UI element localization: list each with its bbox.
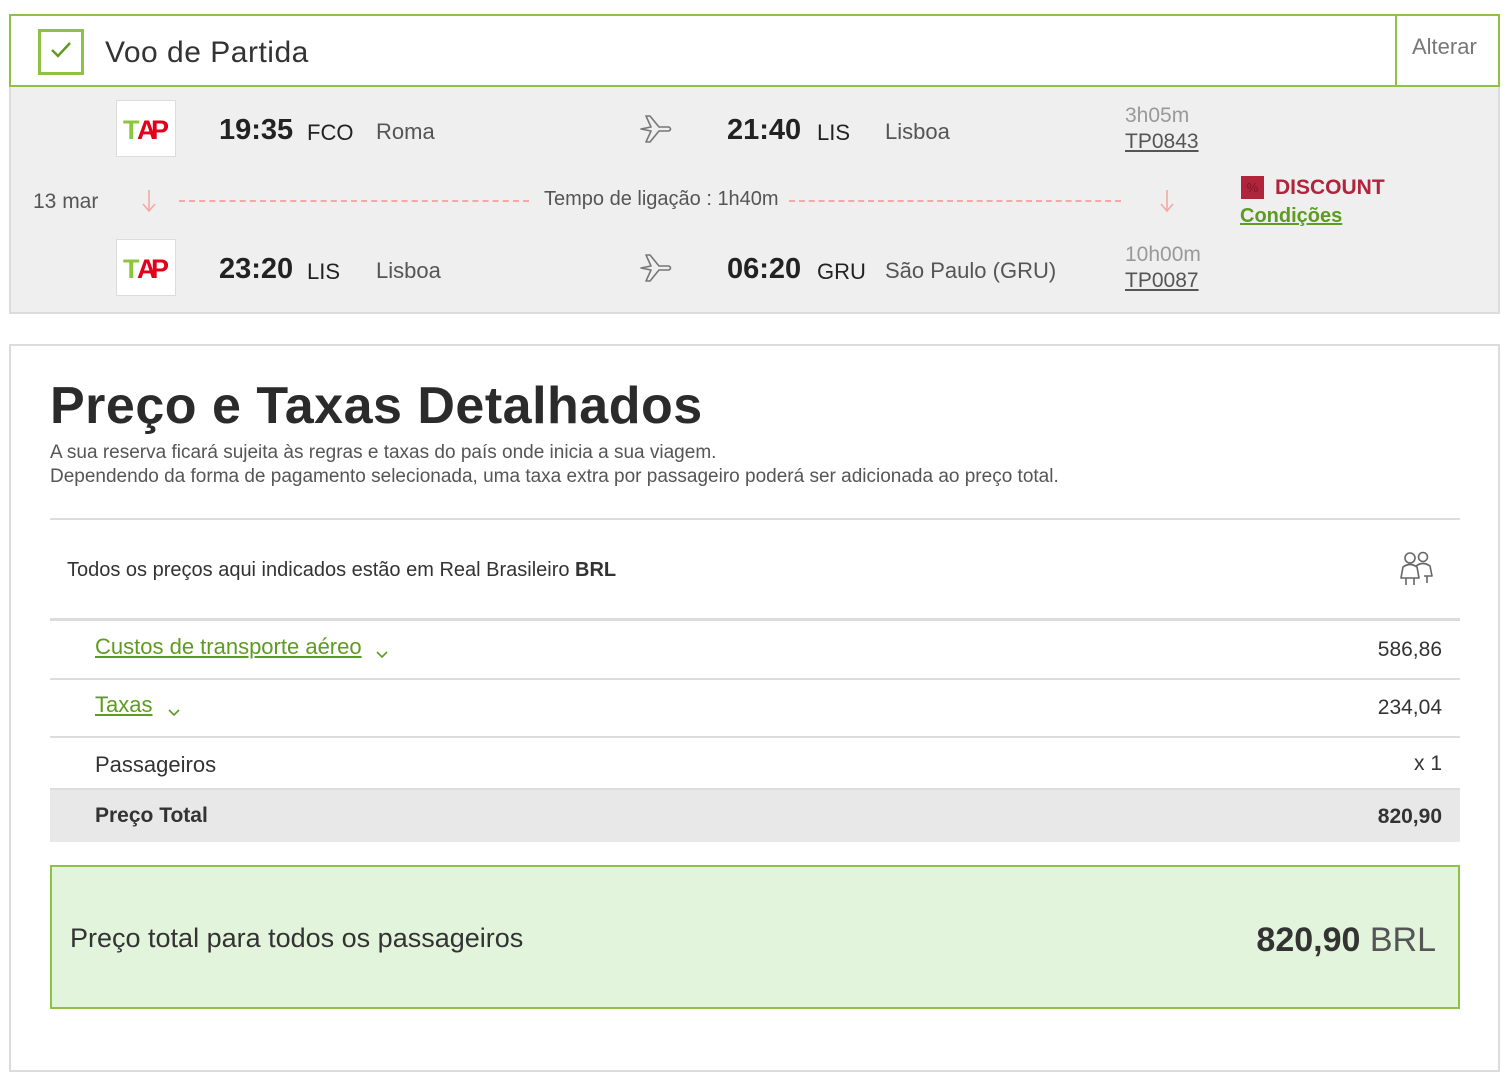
arrow-down-icon (1159, 188, 1175, 219)
arrival-code: LIS (817, 120, 851, 145)
tap-logo: T A P (116, 239, 176, 296)
flight-header-title: Voo de Partida (105, 36, 309, 69)
change-button-wrap[interactable]: Alterar (1395, 16, 1498, 85)
check-icon (38, 29, 84, 75)
departure-city: Lisboa (376, 258, 441, 283)
arrival-time: 06:20 (727, 253, 802, 285)
conditions-link[interactable]: Condições (1240, 205, 1342, 228)
grand-total-label: Preço total para todos os passageiros (70, 923, 524, 953)
price-row-taxes[interactable]: Taxas 234,04 (50, 680, 1460, 736)
discount-label: DISCOUNT (1275, 176, 1385, 199)
grand-total-currency: BRL (1369, 921, 1436, 959)
transport-costs-link[interactable]: Custos de transporte aéreo (95, 634, 362, 660)
flight-segment: T A P 19:35 FCO Roma 21:40 LIS Lisboa 3h… (11, 100, 1498, 160)
arrival-time: 21:40 (727, 114, 802, 146)
page-title: Preço e Taxas Detalhados (50, 377, 703, 435)
flight-card: Voo de Partida Alterar T A P 19:35 FCO R… (9, 14, 1500, 314)
departure-code: LIS (307, 259, 341, 284)
chevron-down-icon[interactable] (376, 646, 388, 664)
price-row-transport[interactable]: Custos de transporte aéreo 586,86 (50, 621, 1460, 679)
price-row-total: Preço Total 820,90 (50, 790, 1460, 842)
currency-note-text: Todos os preços aqui indicados estão em … (67, 559, 576, 581)
departure-code: FCO (307, 120, 354, 145)
svg-text:P: P (151, 254, 169, 282)
total-label: Preço Total (95, 804, 208, 827)
discount-badge-icon: % (1241, 176, 1264, 199)
taxes-link[interactable]: Taxas (95, 692, 152, 718)
currency-note: Todos os preços aqui indicados estão em … (67, 559, 616, 582)
departure-city: Roma (376, 119, 435, 144)
arrival-city: São Paulo (GRU) (885, 258, 1057, 283)
people-icon[interactable] (1396, 548, 1436, 593)
plane-icon (639, 252, 673, 289)
passengers-label: Passageiros (95, 752, 217, 777)
flight-date: 13 mar (33, 190, 99, 213)
connection-line-right (789, 200, 1121, 202)
price-subtitle: Dependendo da forma de pagamento selecio… (50, 466, 1059, 487)
flight-duration: 3h05m (1125, 104, 1190, 127)
grand-total-value: 820,90 BRL (1256, 921, 1436, 960)
divider (50, 518, 1460, 520)
flight-segment: T A P 23:20 LIS Lisboa 06:20 GRU São Pau… (11, 239, 1498, 299)
connection-line-left (179, 200, 529, 202)
flight-number-link[interactable]: TP0087 (1125, 269, 1199, 293)
flight-number-link[interactable]: TP0843 (1125, 130, 1199, 154)
arrow-down-icon (141, 188, 157, 219)
passengers-value: x 1 (1413, 752, 1442, 775)
currency-code: BRL (575, 559, 617, 581)
departure-time: 19:35 (219, 114, 294, 146)
flight-duration: 10h00m (1125, 243, 1201, 266)
taxes-value: 234,04 (1377, 696, 1442, 719)
price-row-passengers: Passageiros x 1 (50, 738, 1460, 790)
total-value: 820,90 (1377, 805, 1442, 828)
tap-logo: T A P (116, 100, 176, 157)
flight-header: Voo de Partida Alterar (9, 14, 1500, 87)
price-panel: Preço e Taxas Detalhados A sua reserva f… (9, 344, 1500, 1072)
grand-total-box: Preço total para todos os passageiros 82… (50, 865, 1460, 1009)
price-subtitle: A sua reserva ficará sujeita às regras e… (50, 442, 717, 463)
arrival-city: Lisboa (885, 119, 950, 144)
connection-time: Tempo de ligação : 1h40m (544, 188, 779, 210)
departure-time: 23:20 (219, 253, 294, 285)
svg-text:P: P (151, 115, 169, 143)
chevron-down-icon[interactable] (168, 704, 180, 722)
transport-costs-value: 586,86 (1377, 638, 1442, 661)
plane-icon (639, 113, 673, 150)
grand-total-amount: 820,90 (1256, 921, 1361, 959)
change-button[interactable]: Alterar (1412, 34, 1477, 60)
arrival-code: GRU (817, 259, 866, 284)
